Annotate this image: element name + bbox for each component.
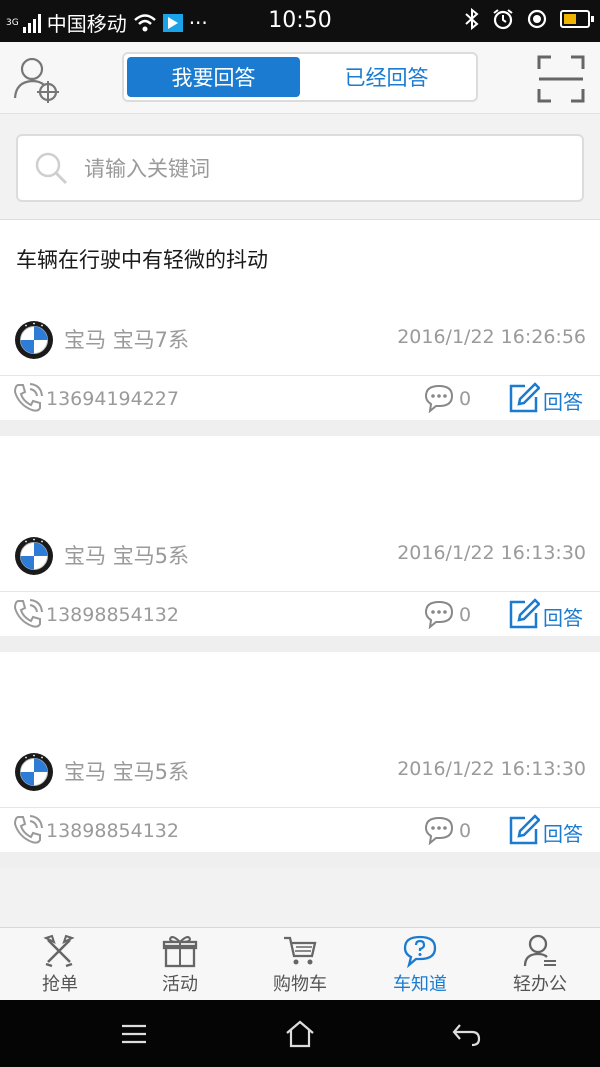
bmw-logo-icon [15,321,53,359]
question-card[interactable]: 宝马 宝马5系 2016/1/22 16:13:30 13898854132 0… [0,436,600,652]
nav-activity[interactable]: 活动 [120,928,240,1000]
bmw-logo-icon [15,537,53,575]
phone-icon[interactable] [12,814,44,846]
back-icon[interactable] [450,1019,482,1049]
home-icon[interactable] [284,1019,316,1049]
office-user-icon [523,934,556,967]
comment-icon[interactable] [424,599,454,629]
tab-to-answer[interactable]: 我要回答 [127,57,300,97]
nav-label: 抢单 [42,974,78,995]
question-card[interactable]: 车辆在行驶中有轻微的抖动 宝马 宝马7系 2016/1/22 16:26:56 … [0,220,600,436]
user-location-icon[interactable] [12,54,62,104]
question-time: 2016/1/22 16:26:56 [397,326,586,348]
menu-icon[interactable] [119,1019,149,1049]
question-title [0,652,600,732]
car-series: 宝马7系 [112,328,190,352]
car-brand: 宝马 [64,328,106,352]
question-meta: 宝马 宝马7系 2016/1/22 16:26:56 [0,300,600,376]
phone-number[interactable]: 13898854132 [46,604,179,626]
comment-icon[interactable] [424,815,454,845]
comment-count: 0 [459,388,472,410]
search-section: 请输入关键词 [0,114,600,220]
question-title: 车辆在行驶中有轻微的抖动 [16,248,268,272]
question-meta: 宝马 宝马5系 2016/1/22 16:13:30 [0,732,600,808]
question-time: 2016/1/22 16:13:30 [397,758,586,780]
tab-answered[interactable]: 已经回答 [300,57,473,97]
question-actions: 13694194227 0 回答 [0,376,600,420]
status-bar: 3G 中国移动 ··· 10:50 [0,0,600,42]
car-model: 宝马 宝马5系 [64,540,189,570]
nav-label: 活动 [162,974,198,995]
car-series: 宝马5系 [112,760,190,784]
car-model: 宝马 宝马7系 [64,324,189,354]
nav-cart[interactable]: 购物车 [240,928,360,1000]
battery-icon [560,10,594,28]
bottom-nav: 抢单 活动 购物车 车知道 轻办公 [0,927,600,1000]
location-icon [527,9,547,29]
comment-count: 0 [459,820,472,842]
car-brand: 宝马 [64,760,106,784]
comment-icon[interactable] [424,383,454,413]
car-series: 宝马5系 [112,544,190,568]
system-nav-bar [0,1000,600,1067]
answer-button[interactable]: 回答 [543,602,583,631]
edit-icon[interactable] [508,814,540,846]
bmw-logo-icon [15,753,53,791]
search-placeholder: 请输入关键词 [84,157,210,181]
gift-icon [162,936,198,968]
grab-order-icon [43,934,75,968]
question-bubble-icon [403,935,437,968]
question-meta: 宝马 宝马5系 2016/1/22 16:13:30 [0,516,600,592]
phone-icon[interactable] [12,382,44,414]
nav-office[interactable]: 轻办公 [480,928,600,1000]
nav-label: 轻办公 [513,974,567,995]
alarm-icon [493,9,513,30]
search-input[interactable]: 请输入关键词 [16,134,584,202]
phone-number[interactable]: 13898854132 [46,820,179,842]
edit-icon[interactable] [508,382,540,414]
bluetooth-icon [465,8,479,30]
answer-tabs: 我要回答 已经回答 [122,52,478,102]
car-brand: 宝马 [64,544,106,568]
car-model: 宝马 宝马5系 [64,756,189,786]
comment-count: 0 [459,604,472,626]
nav-label: 购物车 [273,974,327,995]
search-icon [35,152,68,185]
question-time: 2016/1/22 16:13:30 [397,542,586,564]
question-actions: 13898854132 0 回答 [0,808,600,852]
nav-car-know[interactable]: 车知道 [360,928,480,1000]
scan-icon[interactable] [536,54,586,104]
question-title [0,436,600,516]
question-list: 车辆在行驶中有轻微的抖动 宝马 宝马7系 2016/1/22 16:26:56 … [0,220,600,868]
answer-button[interactable]: 回答 [543,818,583,847]
top-header: 我要回答 已经回答 [0,42,600,114]
cart-icon [284,936,317,965]
nav-label: 车知道 [393,974,447,995]
phone-number[interactable]: 13694194227 [46,388,179,410]
nav-grab-order[interactable]: 抢单 [0,928,120,1000]
answer-button[interactable]: 回答 [543,386,583,415]
question-actions: 13898854132 0 回答 [0,592,600,636]
question-card[interactable]: 宝马 宝马5系 2016/1/22 16:13:30 13898854132 0… [0,652,600,868]
phone-icon[interactable] [12,598,44,630]
edit-icon[interactable] [508,598,540,630]
